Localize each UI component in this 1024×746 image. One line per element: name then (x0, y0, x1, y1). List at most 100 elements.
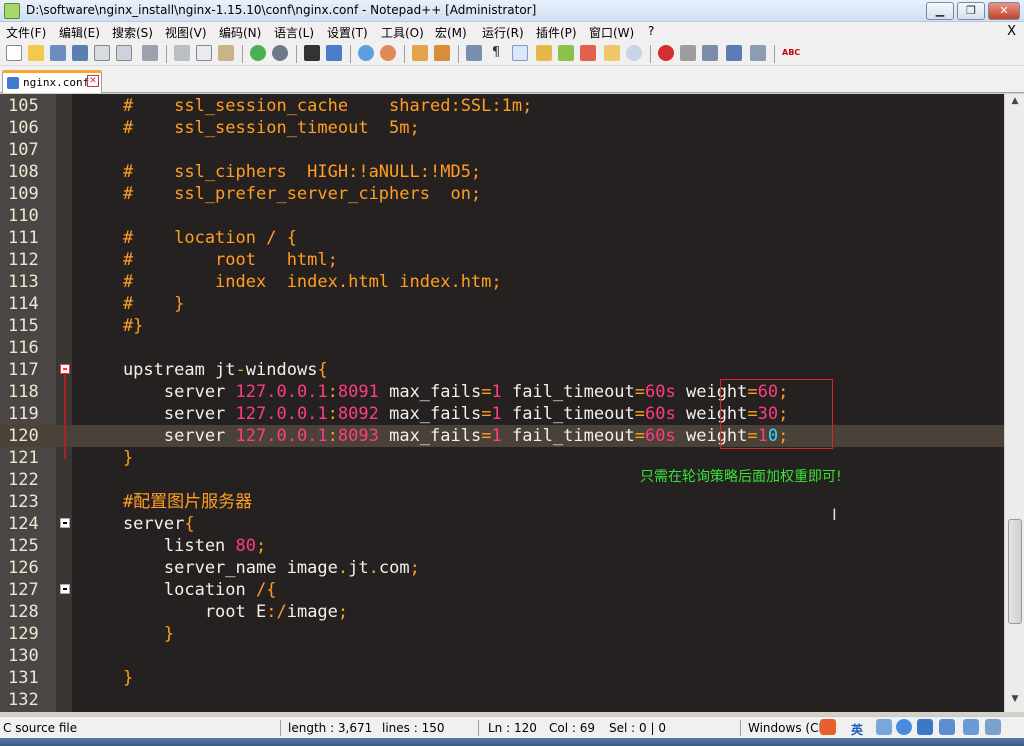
run-macro-multiple-icon[interactable] (726, 45, 742, 61)
save-macro-icon[interactable] (750, 45, 766, 61)
menu-encoding[interactable]: 编码(N) (219, 24, 261, 41)
vertical-scrollbar[interactable]: ▲ ▼ (1004, 94, 1024, 712)
menu-language[interactable]: 语言(L) (274, 24, 314, 41)
code-editor[interactable]: 105 # ssl_session_cache shared:SSL:1m; 10… (0, 94, 1004, 712)
code-line[interactable]: 123 #配置图片服务器 (0, 491, 1004, 513)
menu-plugins[interactable]: 插件(P) (536, 24, 577, 41)
function-list-icon[interactable] (580, 45, 596, 61)
code-line[interactable]: 132 (0, 689, 1004, 711)
zoom-in-icon[interactable] (358, 45, 374, 61)
code-line[interactable]: 126 server_name image.jt.com; (0, 557, 1004, 579)
new-file-icon[interactable] (6, 45, 22, 61)
redo-icon[interactable] (272, 45, 288, 61)
indent-guide-icon[interactable] (512, 45, 528, 61)
menu-edit[interactable]: 编辑(E) (59, 24, 100, 41)
eol-format[interactable]: Windows (CR (748, 721, 827, 735)
code-line[interactable]: 112 # root html; (0, 249, 1004, 271)
code-line[interactable]: 107 (0, 139, 1004, 161)
menu-search[interactable]: 搜索(S) (112, 24, 153, 41)
undo-icon[interactable] (250, 45, 266, 61)
paste-icon[interactable] (218, 45, 234, 61)
user-lang-icon[interactable] (536, 45, 552, 61)
menu-run[interactable]: 运行(R) (482, 24, 524, 41)
monitoring-icon[interactable] (626, 45, 642, 61)
menu-file[interactable]: 文件(F) (6, 24, 46, 41)
ime-language-toggle[interactable]: 英 (851, 721, 863, 738)
menu-window[interactable]: 窗口(W) (589, 24, 634, 41)
fold-toggle-icon[interactable] (60, 518, 70, 528)
open-file-icon[interactable] (28, 45, 44, 61)
code-line[interactable]: 109 # ssl_prefer_server_ciphers on; (0, 183, 1004, 205)
code-line[interactable]: 106 # ssl_session_timeout 5m; (0, 117, 1004, 139)
code-line[interactable]: 108 # ssl_ciphers HIGH:!aNULL:!MD5; (0, 161, 1004, 183)
sogou-ime-icon[interactable] (820, 719, 836, 735)
tab-close-icon[interactable]: ✕ (87, 75, 99, 87)
scrollbar-thumb[interactable] (1008, 519, 1022, 624)
document-close-button[interactable]: X (1007, 24, 1016, 39)
menu-view[interactable]: 视图(V) (165, 24, 207, 41)
code-line[interactable]: 121 } (0, 447, 1004, 469)
fold-toggle-icon[interactable] (60, 584, 70, 594)
code-line[interactable]: 117 upstream jt-windows{ (0, 359, 1004, 381)
copy-icon[interactable] (196, 45, 212, 61)
code-line[interactable]: 120 server 127.0.0.1:8093 max_fails=1 fa… (0, 425, 1004, 447)
code-line[interactable]: 130 (0, 645, 1004, 667)
minimize-button[interactable]: ▁ (926, 2, 954, 20)
code-line[interactable]: 125 listen 80; (0, 535, 1004, 557)
code-line[interactable]: 116 (0, 337, 1004, 359)
menu-macro[interactable]: 宏(M) (435, 24, 467, 41)
scroll-down-icon[interactable]: ▼ (1007, 694, 1023, 710)
zoom-out-icon[interactable] (380, 45, 396, 61)
close-button[interactable]: ✕ (988, 2, 1020, 20)
code-line[interactable]: 119 server 127.0.0.1:8092 max_fails=1 fa… (0, 403, 1004, 425)
find-icon[interactable] (304, 45, 320, 61)
code-line[interactable]: 122 (0, 469, 1004, 491)
line-number: 117 (8, 360, 39, 380)
tab-nginx-conf[interactable]: nginx.conf ✕ (2, 70, 102, 93)
close-all-icon[interactable] (116, 45, 132, 61)
menu-help[interactable]: ? (648, 24, 654, 38)
show-all-chars-icon[interactable]: ¶ (488, 45, 504, 61)
close-file-icon[interactable] (94, 45, 110, 61)
code-line[interactable]: 124 server{ (0, 513, 1004, 535)
code-line[interactable]: 131 } (0, 667, 1004, 689)
record-macro-icon[interactable] (658, 45, 674, 61)
folder-workspace-icon[interactable] (604, 45, 620, 61)
code-line[interactable]: 115 #} (0, 315, 1004, 337)
code-line[interactable]: 129 } (0, 623, 1004, 645)
fold-range-line (64, 375, 66, 459)
save-icon[interactable] (50, 45, 66, 61)
code-line[interactable]: 113 # index index.html index.htm; (0, 271, 1004, 293)
ime-toolbox-icon[interactable] (985, 719, 1001, 735)
menu-settings[interactable]: 设置(T) (327, 24, 368, 41)
print-icon[interactable] (142, 45, 158, 61)
replace-icon[interactable] (326, 45, 342, 61)
code-line[interactable]: 105 # ssl_session_cache shared:SSL:1m; (0, 95, 1004, 117)
menu-tools[interactable]: 工具(O) (381, 24, 424, 41)
code-line[interactable]: 118 server 127.0.0.1:8091 max_fails=1 fa… (0, 381, 1004, 403)
ime-voice-icon[interactable] (917, 719, 933, 735)
code-line[interactable]: 128 root E:/image; (0, 601, 1004, 623)
word-wrap-icon[interactable] (466, 45, 482, 61)
code-line[interactable]: 110 (0, 205, 1004, 227)
scroll-up-icon[interactable]: ▲ (1007, 96, 1023, 112)
code-token: # ssl_prefer_server_ciphers on; (82, 184, 482, 204)
ime-emoji-icon[interactable] (896, 719, 912, 735)
sync-horizontal-icon[interactable] (434, 45, 450, 61)
play-macro-icon[interactable] (702, 45, 718, 61)
restore-button[interactable]: ❐ (957, 2, 985, 20)
ime-skin-icon[interactable] (963, 719, 979, 735)
fold-toggle-icon[interactable] (60, 364, 70, 374)
code-token: max_fails (378, 382, 482, 402)
save-all-icon[interactable] (72, 45, 88, 61)
sync-vertical-icon[interactable] (412, 45, 428, 61)
code-line[interactable]: 114 # } (0, 293, 1004, 315)
ime-punctuation-icon[interactable] (876, 719, 892, 735)
doc-map-icon[interactable] (558, 45, 574, 61)
cut-icon[interactable] (174, 45, 190, 61)
stop-macro-icon[interactable] (680, 45, 696, 61)
code-line[interactable]: 111 # location / { (0, 227, 1004, 249)
code-line[interactable]: 127 location /{ (0, 579, 1004, 601)
ime-keyboard-icon[interactable] (939, 719, 955, 735)
spell-check-icon[interactable]: ABC (782, 45, 800, 61)
